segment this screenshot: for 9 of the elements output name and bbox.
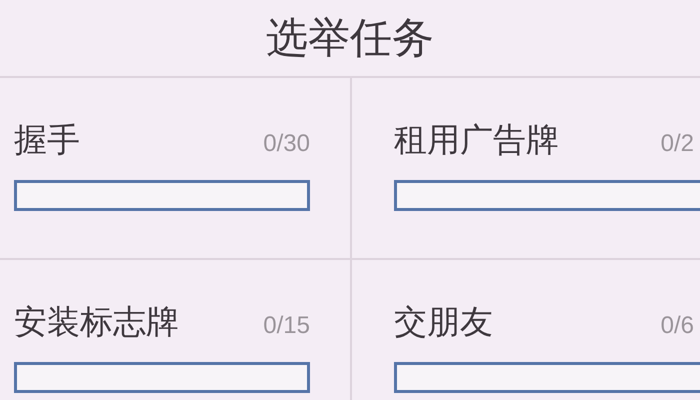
task-count: 0/15 xyxy=(263,312,310,340)
task-count: 0/2 xyxy=(660,130,695,158)
page-title: 选举任务 xyxy=(0,0,700,78)
task-name: 握手 xyxy=(14,119,80,161)
task-count: 0/6 xyxy=(660,312,695,340)
task-count: 0/30 xyxy=(263,130,310,158)
task-name: 交朋友 xyxy=(394,301,493,343)
task-name: 租用广告牌 xyxy=(394,119,559,161)
task-name: 安装标志牌 xyxy=(14,301,179,343)
